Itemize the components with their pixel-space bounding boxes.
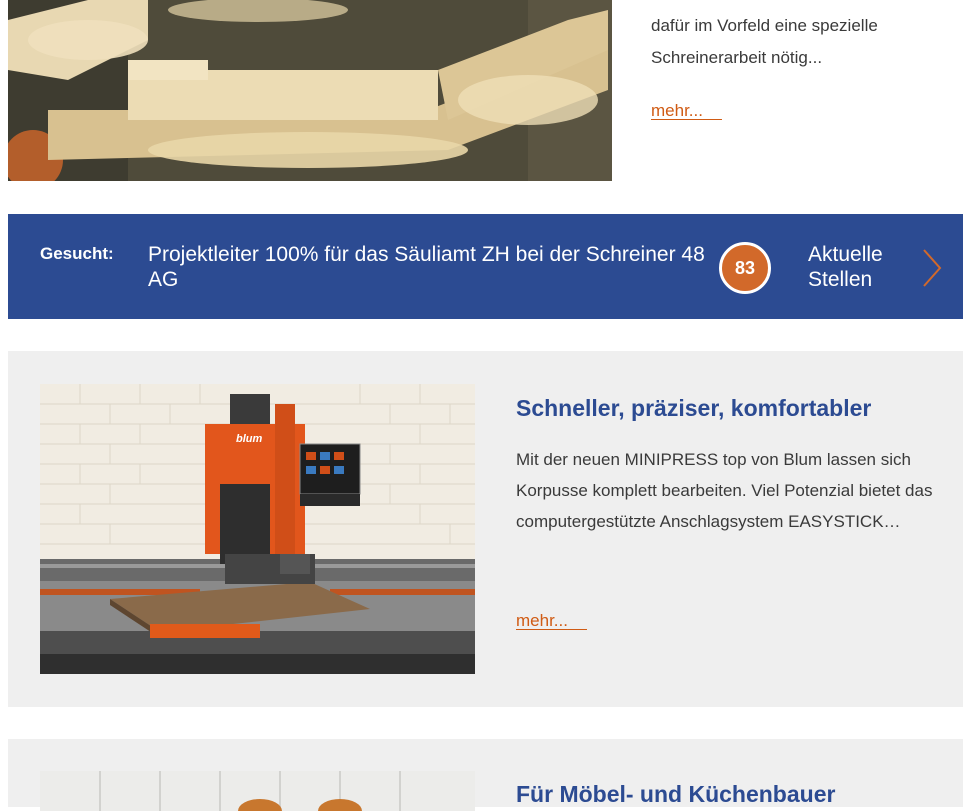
job-count-badge[interactable]: 83	[719, 242, 771, 294]
current-jobs-line2: Stellen	[808, 268, 873, 291]
woodwork-article-image[interactable]	[8, 0, 612, 181]
next-article-card: Für Möbel- und Küchenbauer	[8, 739, 963, 811]
kitchen-article-image[interactable]	[40, 771, 475, 811]
top-article-teaser: dafür im Vorfeld eine spezielle Schreine…	[651, 10, 951, 127]
chevron-right-icon[interactable]	[920, 248, 944, 293]
teaser-line: dafür im Vorfeld eine spezielle	[651, 16, 878, 35]
job-banner[interactable]: Gesucht: Projektleiter 100% für das Säul…	[8, 214, 963, 319]
current-jobs-line1: Aktuelle	[808, 243, 883, 266]
sought-label: Gesucht:	[40, 244, 114, 263]
machine-brand-label: blum	[236, 433, 262, 445]
article-title[interactable]: Schneller, präziser, komfortabler	[516, 395, 956, 422]
job-title-link[interactable]: Projektleiter 100% für das Säuliamt ZH b…	[148, 242, 708, 292]
minipress-machine-image[interactable]: blum	[40, 384, 475, 674]
current-jobs-link[interactable]: Aktuelle Stellen	[808, 242, 918, 292]
article-card: blum Schneller, präziser, komfortabler M…	[8, 351, 963, 707]
article-more-link[interactable]: mehr...	[516, 611, 587, 631]
next-article-title[interactable]: Für Möbel- und Küchenbauer	[516, 781, 835, 808]
article-body: Mit der neuen MINIPRESS top von Blum las…	[516, 450, 933, 531]
teaser-line: Schreinerarbeit nötig...	[651, 48, 823, 67]
top-article-more-link[interactable]: mehr...	[651, 95, 722, 127]
